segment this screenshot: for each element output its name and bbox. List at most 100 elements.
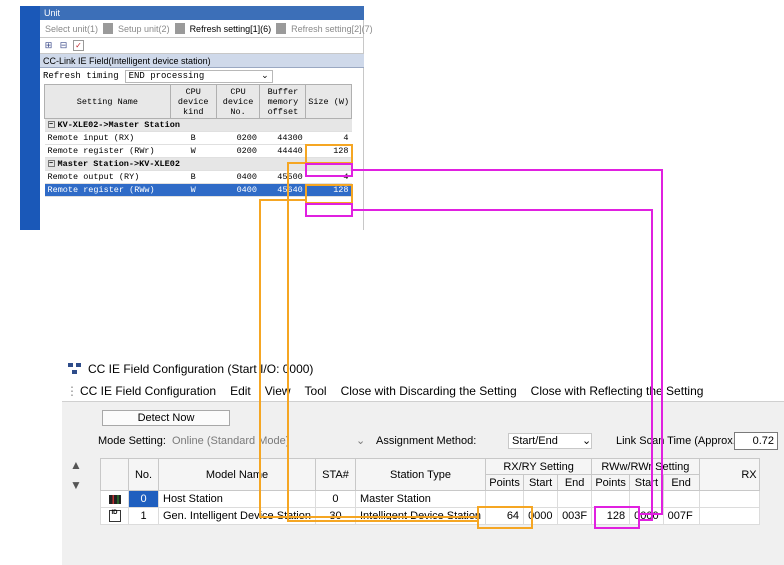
tab-setup-unit[interactable]: Setup unit(2) <box>113 24 175 34</box>
mode-setting-label: Mode Setting: <box>98 435 166 447</box>
refresh-table: Setting Name CPU device kind CPU device … <box>44 84 352 197</box>
cell-rx-start <box>523 490 559 508</box>
col-rxry-setting: RX/RY Setting <box>485 458 593 475</box>
unit-title: Unit <box>40 6 364 20</box>
cell-rw-start[interactable]: 0000 <box>629 507 664 525</box>
device-icon-cell: ID <box>100 507 129 525</box>
table-row-device[interactable]: ID 1 Gen. Intelligent Device Station 30 … <box>100 507 760 525</box>
cell-offset: 45500 <box>259 170 306 184</box>
intelligent-device-icon: ID <box>108 510 121 522</box>
collapse-icon[interactable]: − <box>47 160 55 168</box>
refresh-timing-label: Refresh timing <box>43 71 119 81</box>
cell-rx-end <box>557 490 593 508</box>
menu-close-discard[interactable]: Close with Discarding the Setting <box>334 384 524 398</box>
cell-rx-points[interactable]: 64 <box>485 507 525 525</box>
station-table: No. Model Name STA# Station Type RX/RY S… <box>100 458 760 525</box>
cell-name: Remote register (RWr) <box>44 144 171 158</box>
cell-sta[interactable]: 30 <box>314 507 356 525</box>
cell-kind: W <box>170 144 217 158</box>
mode-setting-select[interactable]: Online (Standard Mode) <box>172 435 289 447</box>
triangle-down-icon[interactable]: ▼ <box>70 478 82 492</box>
cell-size[interactable]: 4 <box>305 170 352 184</box>
col-rw-points: Points <box>591 474 631 491</box>
cell-size[interactable]: 4 <box>305 131 352 145</box>
tab-refresh-setting-1[interactable]: Refresh setting[1](6) <box>185 24 277 34</box>
cc-ie-field-config-window: CC IE Field Configuration (Start I/O: 00… <box>62 358 784 565</box>
triangle-up-icon[interactable]: ▲ <box>70 458 82 472</box>
expand-all-icon[interactable]: ⊞ <box>43 40 54 51</box>
link-scan-time-label: Link Scan Time (Approx.): <box>616 435 743 447</box>
table-row[interactable]: Remote input (RX) B 0200 44300 4 <box>44 131 352 145</box>
mode-settings-row: Mode Setting: Online (Standard Mode) ⌄ A… <box>98 432 784 450</box>
cell-rx-end: 003F <box>557 507 593 525</box>
detect-now-button[interactable]: Detect Now <box>102 410 230 426</box>
refresh-timing-select[interactable]: END processing ⌄ <box>124 69 273 83</box>
col-rx-start: Start <box>523 474 559 491</box>
menu-cc-ie-field-configuration[interactable]: CC IE Field Configuration <box>73 384 223 398</box>
tab-separator <box>276 23 287 34</box>
refresh-timing-row: Refresh timing END processing ⌄ <box>40 68 364 84</box>
cell-sta: 0 <box>314 490 356 508</box>
cell-offset: 44440 <box>259 144 306 158</box>
col-size: Size (W) <box>305 84 352 119</box>
table-row-group[interactable]: − Master Station->KV-XLE02 <box>44 157 352 171</box>
section-header: CC-Link IE Field(Intelligent device stat… <box>40 54 364 68</box>
cell-offset: 45640 <box>259 183 306 197</box>
cell-model: Host Station <box>158 490 316 508</box>
menu-view[interactable]: View <box>258 384 298 398</box>
table-row-group[interactable]: − KV-XLE02->Master Station <box>44 118 352 132</box>
cell-no: 1 <box>128 507 159 525</box>
cell-no: 0200 <box>216 131 260 145</box>
col-rw-end: End <box>662 474 700 491</box>
group-label: KV-XLE02->Master Station <box>57 120 180 130</box>
col-buffer-offset: Buffer memory offset <box>259 84 307 119</box>
tab-refresh-setting-2[interactable]: Refresh setting[2](7) <box>286 24 378 34</box>
col-rx-points: Points <box>485 474 525 491</box>
cell-rx-points <box>485 490 525 508</box>
unit-tabs: Select unit(1) Setup unit(2) Refresh set… <box>40 20 373 38</box>
menu-edit[interactable]: Edit <box>223 384 258 398</box>
cell-no: 0400 <box>216 183 260 197</box>
col-rx-end: End <box>557 474 593 491</box>
cell-kind: W <box>170 183 217 197</box>
menu-tool[interactable]: Tool <box>298 384 334 398</box>
assignment-method-label: Assignment Method: <box>376 435 477 447</box>
refresh-timing-value: END processing <box>128 71 205 81</box>
cell-type: Intelligent Device Station <box>354 507 487 525</box>
cell-offset: 44300 <box>259 131 306 145</box>
table-row-host[interactable]: 0 Host Station 0 Master Station <box>100 490 760 508</box>
check-icon[interactable]: ✓ <box>73 40 84 51</box>
col-station-type: Station Type <box>354 458 487 491</box>
cell-model: Gen. Intelligent Device Station <box>158 507 316 525</box>
cell-rw-points[interactable]: 128 <box>591 507 631 525</box>
col-rx-extra: RX <box>698 458 760 491</box>
table-row[interactable]: Remote output (RY) B 0400 45500 4 <box>44 170 352 184</box>
col-sta: STA# <box>314 458 356 491</box>
cell-no: 0400 <box>216 170 260 184</box>
link-scan-time-value: 0.72 <box>734 432 778 450</box>
menu-close-reflect[interactable]: Close with Reflecting the Setting <box>524 384 711 398</box>
host-station-icon <box>108 494 121 504</box>
cell-name: Remote output (RY) <box>44 170 171 184</box>
cell-type: Master Station <box>354 490 487 508</box>
col-setting-name: Setting Name <box>44 84 171 119</box>
unit-settings-panel: Unit Select unit(1) Setup unit(2) Refres… <box>20 6 373 230</box>
cell-kind: B <box>170 170 217 184</box>
collapse-all-icon[interactable]: ⊟ <box>58 40 69 51</box>
cell-rx-start[interactable]: 0000 <box>523 507 559 525</box>
col-cpu-device-no: CPU device No. <box>215 84 261 119</box>
window-title: CC IE Field Configuration (Start I/O: 00… <box>88 362 314 376</box>
cell-size[interactable]: 128 <box>305 183 352 197</box>
col-icon <box>100 458 129 491</box>
menu-bar: ⋮ CC IE Field Configuration Edit View To… <box>62 380 784 402</box>
table-row[interactable]: Remote register (RWr) W 0200 44440 128 <box>44 144 352 158</box>
table-row-selected[interactable]: Remote register (RWw) W 0400 45640 128 <box>44 183 352 197</box>
cell-kind: B <box>170 131 217 145</box>
grip-icon: ⋮ <box>66 383 78 398</box>
group-label: Master Station->KV-XLE02 <box>57 159 180 169</box>
collapse-icon[interactable]: − <box>47 121 55 129</box>
assignment-method-select[interactable]: Start/End <box>508 433 592 449</box>
cell-name: Remote input (RX) <box>44 131 171 145</box>
tab-select-unit[interactable]: Select unit(1) <box>40 24 103 34</box>
cell-size[interactable]: 128 <box>305 144 352 158</box>
